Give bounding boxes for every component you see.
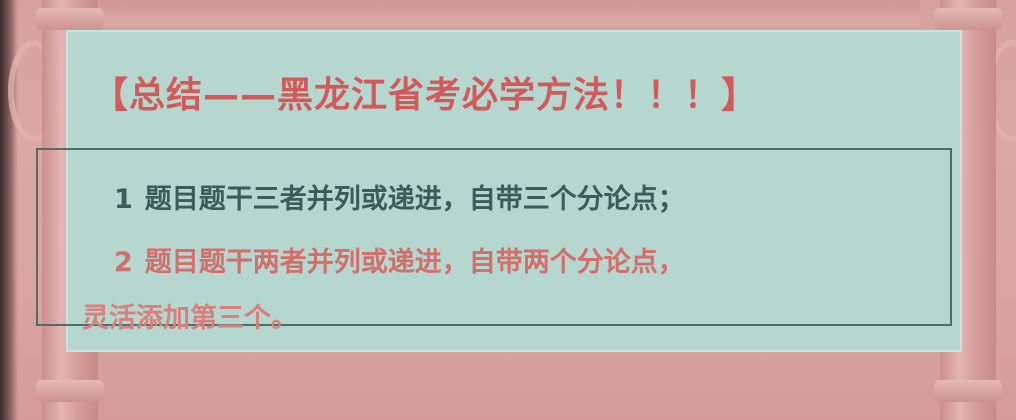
- list-item: 2 题目题干两者并列或递进，自带两个分论点，: [114, 240, 685, 279]
- slide-stage: 【总结——黑龙江省考必学方法！！！】 1 题目题干三者并列或递进，自带三个分论点；…: [0, 0, 1016, 420]
- item-text: 题目题干三者并列或递进，自带三个分论点；: [144, 184, 685, 215]
- pillar-base: [934, 380, 1002, 402]
- item-text: 题目题干两者并列或递进，自带两个分论点，: [144, 247, 685, 278]
- item-number: 2: [114, 247, 133, 278]
- list-item: 1 题目题干三者并列或递进，自带三个分论点；: [114, 177, 685, 216]
- pillar-base: [36, 380, 104, 402]
- pillar-cap: [36, 8, 104, 30]
- slide-content-panel: 【总结——黑龙江省考必学方法！！！】 1 题目题干三者并列或递进，自带三个分论点；…: [36, 30, 962, 352]
- item-continuation: 灵活添加第三个。: [82, 303, 298, 334]
- item-number: 1: [114, 184, 133, 215]
- top-decorative-band: [100, 0, 920, 26]
- pillar-cap: [934, 8, 1002, 30]
- slide-title: 【总结——黑龙江省考必学方法！！！】: [92, 75, 759, 116]
